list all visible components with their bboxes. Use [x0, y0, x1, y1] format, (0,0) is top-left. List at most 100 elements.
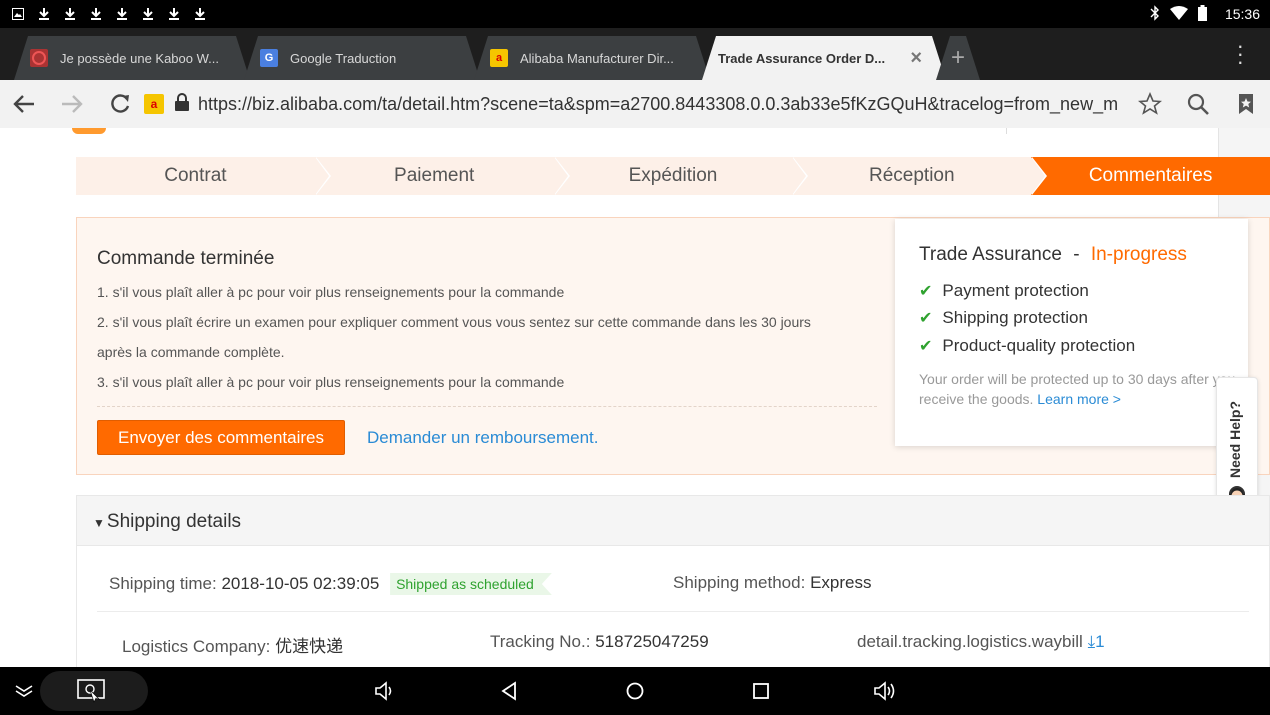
home-button[interactable]: [620, 667, 650, 715]
alibaba-logo: [72, 128, 106, 134]
caret-down-icon: ▼: [93, 516, 105, 530]
tab-title: Alibaba Manufacturer Dir...: [520, 50, 674, 66]
reload-button[interactable]: [96, 80, 144, 128]
notification-icons: [0, 6, 208, 22]
new-tab-button[interactable]: +: [936, 36, 980, 80]
check-icon: ✔: [919, 338, 933, 355]
bookmark-icon: [1239, 94, 1253, 114]
order-instruction-3: 3. s'il vous plaît aller à pc pour voir …: [97, 374, 565, 390]
back-button[interactable]: [0, 80, 48, 128]
trade-assurance-card: Trade Assurance - In-progress ✔ Payment …: [895, 219, 1248, 446]
trade-assurance-title: Trade Assurance - In-progress: [919, 244, 1187, 265]
shipping-details-header[interactable]: ▼ Shipping details: [77, 496, 1269, 546]
screenshot-button[interactable]: [72, 667, 110, 715]
search-icon: [1187, 93, 1209, 115]
volume-down-button[interactable]: [370, 667, 400, 715]
tab-title: Google Traduction: [290, 50, 397, 66]
bluetooth-icon: [1150, 4, 1160, 24]
need-help-label: Need Help?: [1227, 400, 1243, 478]
status-bar: 15:36: [0, 0, 1270, 28]
download-icon: [114, 6, 130, 22]
screenshot-icon: [77, 679, 105, 703]
image-icon: [10, 6, 26, 22]
protection-item: ✔ Payment protection: [919, 281, 1089, 300]
circle-home-icon: [626, 682, 644, 700]
lock-icon: [174, 92, 190, 117]
circle-favicon-icon: [30, 49, 48, 67]
shipped-status-badge: Shipped as scheduled: [390, 573, 552, 595]
alibaba-icon: a: [144, 94, 164, 114]
search-button[interactable]: [1174, 80, 1222, 128]
divider: [97, 406, 877, 407]
volume-down-icon: [375, 681, 392, 701]
learn-more-link[interactable]: Learn more >: [1037, 391, 1121, 407]
request-refund-link[interactable]: Demander un remboursement.: [367, 428, 599, 448]
download-icon: [62, 6, 78, 22]
shipping-method: Shipping method: Express: [673, 573, 872, 592]
arrow-left-icon: [13, 95, 34, 113]
arrow-right-icon: [62, 95, 83, 113]
system-navigation-bar: [0, 667, 1270, 715]
recents-button[interactable]: [746, 667, 776, 715]
battery-icon: [1197, 4, 1207, 24]
url-text: https://biz.alibaba.com/ta/detail.htm?sc…: [198, 93, 1119, 114]
tab-alibaba-directory[interactable]: a Alibaba Manufacturer Dir...: [474, 36, 710, 80]
order-status-title: Commande terminée: [97, 248, 275, 269]
logistics-company: Logistics Company: 优速快递: [122, 637, 344, 656]
menu-icon[interactable]: · · ·: [1237, 35, 1244, 73]
bookmarks-button[interactable]: [1222, 80, 1270, 128]
protection-item: ✔ Product-quality protection: [919, 336, 1136, 355]
download-icon: [166, 6, 182, 22]
download-icon: ⤓: [1087, 632, 1096, 651]
tab-title: Trade Assurance Order D...: [718, 50, 886, 66]
waybill-download[interactable]: detail.tracking.logistics.waybill ⤓1: [857, 632, 1105, 652]
order-instruction-2-cont: après la commande complète.: [97, 344, 285, 360]
url-field[interactable]: a https://biz.alibaba.com/ta/detail.htm?…: [144, 80, 1126, 128]
google-translate-icon: G: [260, 49, 278, 67]
step-contrat: Contrat: [76, 157, 331, 195]
tab-kaboo[interactable]: Je possède une Kaboo W...: [14, 36, 250, 80]
step-reception: Réception: [792, 157, 1047, 195]
tab-trade-assurance[interactable]: Trade Assurance Order D... ×: [702, 36, 946, 80]
order-instruction-2: 2. s'il vous plaît écrire un examen pour…: [97, 314, 811, 330]
clock: 15:36: [1224, 6, 1260, 22]
check-icon: ✔: [919, 283, 933, 300]
step-expedition: Expédition: [553, 157, 809, 195]
page-content: Contrat Paiement Expédition Réception Co…: [0, 128, 1270, 667]
trade-assurance-status: In-progress: [1090, 244, 1187, 265]
send-feedback-button[interactable]: Envoyer des commentaires: [97, 420, 345, 455]
order-progress-steps: Contrat Paiement Expédition Réception Co…: [76, 157, 1270, 195]
volume-up-button[interactable]: [870, 667, 902, 715]
bookmark-star-button[interactable]: [1126, 80, 1174, 128]
forward-button[interactable]: [48, 80, 96, 128]
waybill-count: 1: [1095, 632, 1105, 651]
divider: [1006, 128, 1007, 134]
tab-google-traduction[interactable]: G Google Traduction: [244, 36, 480, 80]
divider: [97, 611, 1249, 612]
volume-up-icon: [874, 681, 895, 701]
double-chevron-down-icon: [15, 685, 33, 697]
tab-title: Je possède une Kaboo W...: [60, 50, 219, 66]
triangle-back-icon: [501, 681, 516, 701]
shipping-details-section: ▼ Shipping details Shipping time: 2018-10…: [76, 495, 1270, 667]
protection-item: ✔ Shipping protection: [919, 308, 1088, 327]
download-icon: [36, 6, 52, 22]
reload-icon: [111, 94, 130, 113]
close-tab-icon[interactable]: ×: [910, 47, 922, 70]
hide-bar-button[interactable]: [8, 667, 40, 715]
shipping-time: Shipping time: 2018-10-05 02:39:05 Shipp…: [109, 573, 552, 595]
back-nav-button[interactable]: [494, 667, 524, 715]
download-icon: [140, 6, 156, 22]
address-bar: a https://biz.alibaba.com/ta/detail.htm?…: [0, 80, 1270, 128]
order-instruction-1: 1. s'il vous plaît aller à pc pour voir …: [97, 284, 565, 300]
plus-icon: +: [950, 44, 965, 71]
alibaba-icon: a: [490, 49, 508, 67]
step-paiement: Paiement: [314, 157, 570, 195]
square-recents-icon: [753, 683, 769, 699]
download-icon: [192, 6, 208, 22]
shipping-details-title: Shipping details: [106, 511, 242, 532]
step-commentaires: Commentaires: [1031, 157, 1270, 195]
star-icon: [1138, 92, 1162, 115]
protection-note: Your order will be protected up to 30 da…: [919, 371, 1236, 407]
wifi-icon: [1169, 5, 1188, 23]
